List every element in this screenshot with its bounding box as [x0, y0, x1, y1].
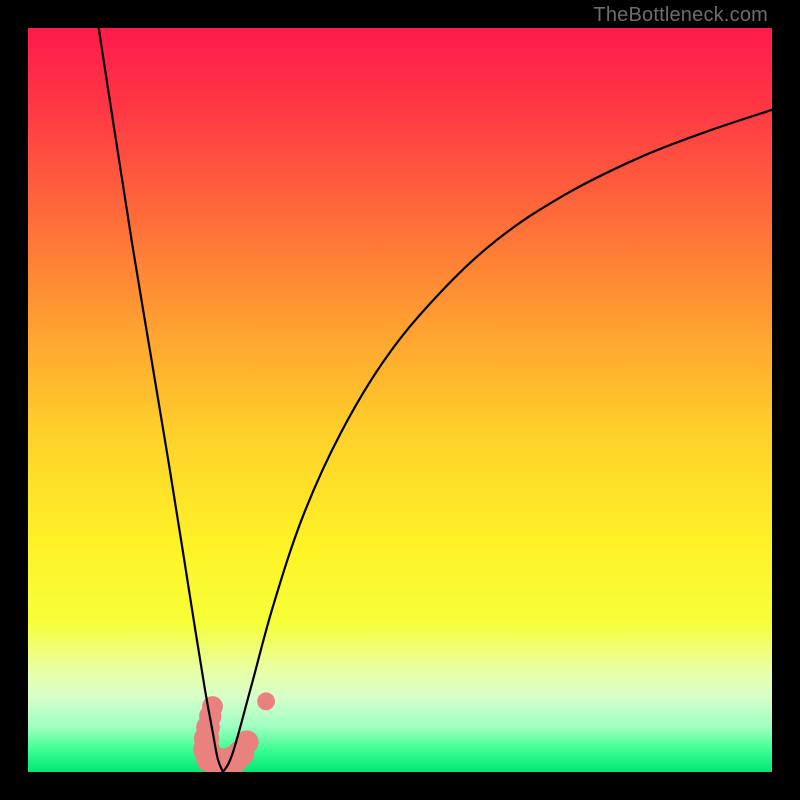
watermark-text: TheBottleneck.com	[593, 4, 768, 27]
gradient-rect	[28, 28, 772, 772]
bottleneck-chart	[28, 28, 772, 772]
plot-frame	[28, 28, 772, 772]
